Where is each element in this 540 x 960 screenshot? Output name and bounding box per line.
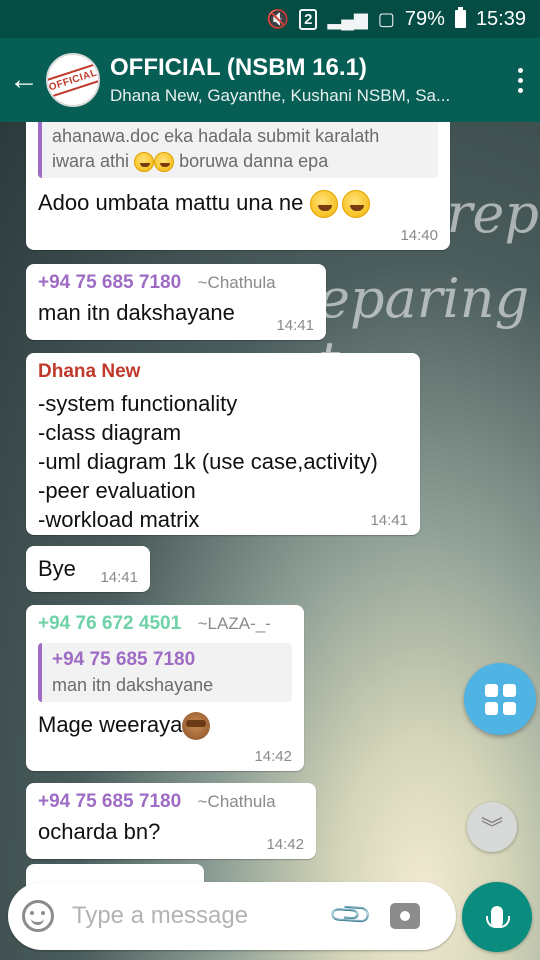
quoted-message[interactable]: +94 75 685 7180 man itn dakshayane (38, 643, 292, 702)
message-time: 14:41 (370, 512, 408, 529)
message-text: ocharda bn? (38, 819, 161, 844)
arrow-left-icon[interactable]: ← (2, 38, 46, 122)
chat-participants: Dhana New, Gayanthe, Kushani NSBM, Sa... (110, 86, 451, 105)
quote-text: ahanawa.doc eka hadala submit karalath (52, 126, 380, 146)
message-text: Mage weeraya (38, 710, 292, 741)
message-time: 14:41 (276, 317, 314, 334)
avatar-stamp: OFFICIAL (48, 61, 98, 99)
laughing-emoji-icon (154, 152, 175, 173)
clock: 15:39 (475, 7, 526, 30)
signal-icon: ▂▄▆ (327, 8, 368, 29)
camera-icon[interactable] (390, 903, 420, 929)
sender-number[interactable]: +94 76 672 4501 (38, 613, 181, 634)
quote-text: man itn dakshayane (52, 675, 214, 695)
mic-button[interactable] (462, 882, 532, 952)
sim-badge: 2 (299, 8, 318, 30)
quote-sender: +94 75 685 7180 (52, 649, 196, 670)
sweat-smile-emoji-icon (309, 190, 338, 219)
message-input[interactable] (72, 902, 322, 930)
sender-name: ~Chathula (197, 273, 276, 292)
chevron-down-icon[interactable]: ︾ (467, 802, 517, 852)
mute-icon: 🔇 (266, 8, 290, 29)
message-composer: 📎 (8, 882, 456, 950)
message-bubble[interactable]: +94 76 672 4501 ~LAZA-_- +94 75 685 7180… (26, 605, 304, 771)
paperclip-icon[interactable]: 📎 (327, 891, 374, 939)
grid-icon[interactable] (464, 663, 536, 735)
message-bubble[interactable]: Bye 14:41 (26, 546, 150, 592)
message-time: 14:42 (254, 748, 292, 765)
message-line: -workload matrix (38, 507, 200, 532)
status-bar: 🔇 2 ▂▄▆ ▢ 79% 15:39 (0, 0, 540, 38)
message-bubble[interactable]: +94 75 685 7180 ~Chathula man itn daksha… (26, 264, 326, 340)
message-bubble[interactable]: ahanawa.doc eka hadala submit karalath i… (26, 122, 450, 250)
message-bubble[interactable]: Dhana New -system functionality -class d… (26, 353, 420, 535)
chat-info[interactable]: OFFICIAL (NSBM 16.1) Dhana New, Gayanthe… (110, 54, 500, 106)
smiley-icon[interactable] (22, 900, 54, 932)
quoted-message[interactable]: ahanawa.doc eka hadala submit karalath i… (38, 122, 438, 179)
sender-number[interactable]: +94 75 685 7180 (38, 791, 181, 812)
more-vert-icon[interactable] (500, 38, 540, 122)
sender-name: ~LAZA-_- (197, 614, 271, 633)
signal2-icon: ▢ (377, 8, 395, 29)
message-text: man itn dakshayane (38, 300, 235, 325)
message-line: -class diagram (38, 420, 182, 445)
sender-number[interactable]: +94 75 685 7180 (38, 272, 181, 293)
chat-area[interactable]: prepa eparing t ahanawa.doc eka hadala s… (0, 122, 540, 960)
sender-name[interactable]: Dhana New (38, 361, 408, 383)
laughing-emoji-icon (134, 152, 155, 173)
avatar[interactable]: OFFICIAL (46, 53, 100, 107)
message-line: -peer evaluation (38, 478, 196, 503)
message-time: 14:40 (400, 227, 438, 244)
battery-percent: 79% (404, 7, 445, 30)
battery-icon (454, 7, 466, 28)
chat-header: ← OFFICIAL OFFICIAL (NSBM 16.1) Dhana Ne… (0, 38, 540, 122)
chat-title: OFFICIAL (NSBM 16.1) (110, 54, 367, 81)
message-bubble[interactable]: +94 75 685 7180 ~Chathula ocharda bn? 14… (26, 783, 316, 859)
message-text: Adoo umbata mattu una ne (38, 188, 438, 219)
message-time: 14:41 (100, 569, 138, 586)
quote-text-2: iwara athi boruwa danna epa (52, 151, 329, 173)
message-time: 14:42 (266, 836, 304, 853)
message-line: -uml diagram 1k (use case,activity) (38, 449, 378, 474)
mic-icon (486, 906, 510, 928)
sender-name: ~Chathula (197, 792, 276, 811)
message-line: -system functionality (38, 391, 238, 416)
see-no-evil-monkey-emoji-icon (182, 712, 211, 741)
sweat-smile-emoji-icon (341, 190, 370, 219)
